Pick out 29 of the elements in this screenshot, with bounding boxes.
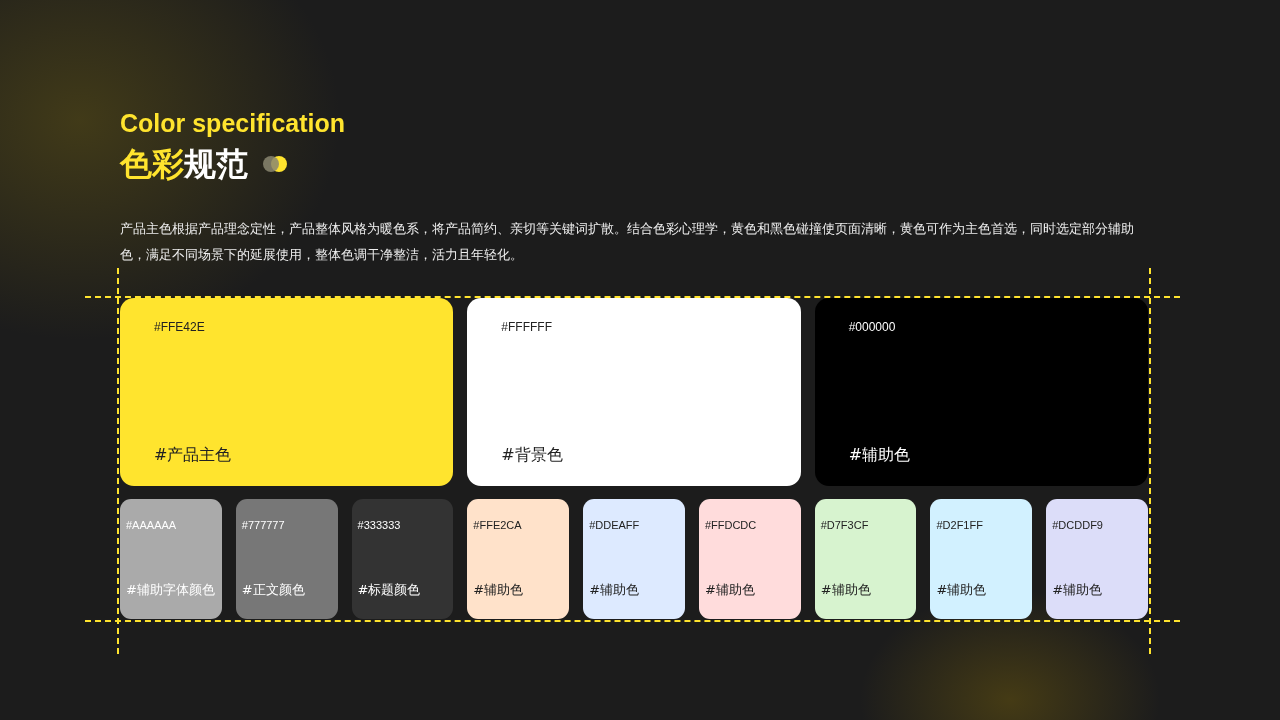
hex-code: #D2F1FF [936,519,984,531]
color-label: #辅助色 [820,581,872,599]
color-label: #产品主色 [154,445,233,466]
color-label: #辅助色 [589,581,641,599]
color-label: #辅助色 [473,581,525,599]
color-label: #背景色 [501,445,564,466]
description: 产品主色根据产品理念定性，产品整体风格为暖色系，将产品简约、亲切等关键词扩散。结合色彩心理学，黄色和黑色碰撞使页面清晰，黄色可作为主色首选，同时选定部分辅助色，满足不同场景下的延展使用，整体色调干净整洁，活力且年轻化。 [120,220,1135,264]
color-label: #辅助色 [1052,581,1104,599]
two-circles-icon [262,155,289,173]
hex-code: #FFFFFF [501,320,553,334]
subtitle: Color specification [120,108,347,138]
hex-code: #D7F3CF [820,519,870,531]
hex-code: #333333 [357,519,402,531]
hex-code: #FFDCDC [704,519,758,531]
color-label: #辅助字体颜色 [126,581,216,599]
color-label: #标题颜色 [357,581,422,599]
hex-code: #FFE2CA [473,519,523,531]
hex-code: #DCDDF9 [1052,519,1104,531]
page-title: 规范 [184,144,248,184]
color-label: #正文颜色 [241,581,306,599]
hex-code: #777777 [241,519,286,531]
color-label: #辅助色 [704,581,756,599]
hex-code: #FFE42E [154,320,206,334]
hex-code: #000000 [848,320,897,334]
color-label: #辅助色 [848,445,912,466]
page-title: 色彩 [120,144,184,184]
hex-code: #AAAAAA [126,519,178,531]
hex-code: #DDEAFF [589,519,641,531]
color-label: #辅助色 [936,581,988,599]
